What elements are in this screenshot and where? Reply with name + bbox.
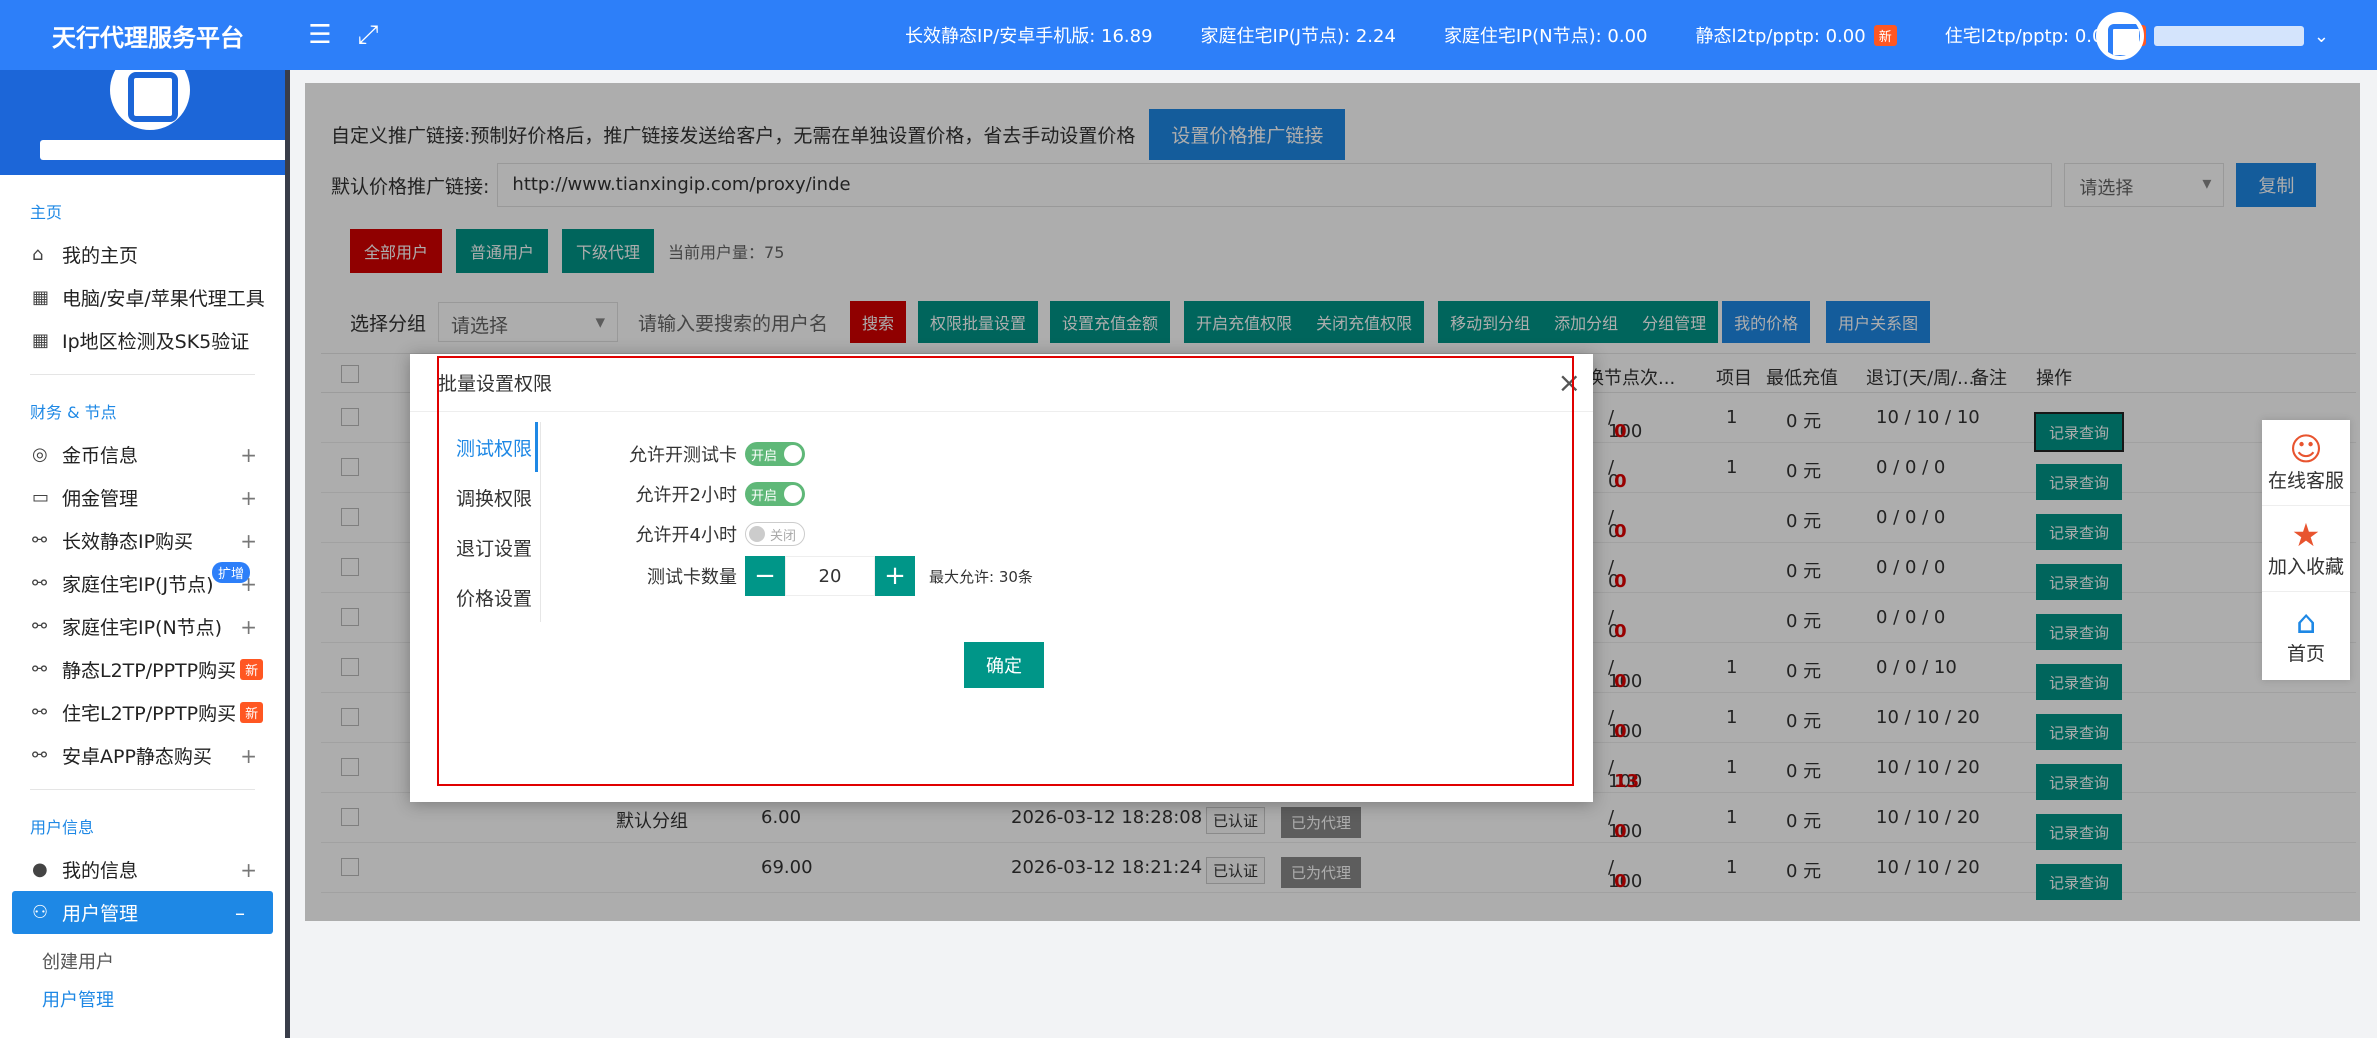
- tab-refund-settings[interactable]: 退订设置: [438, 522, 538, 572]
- sidebar-item-commission[interactable]: ▭ 佣金管理 +: [0, 476, 285, 519]
- network-icon: ⚯: [32, 530, 48, 551]
- network-icon: ⚯: [32, 616, 48, 637]
- coin-icon: ◎: [32, 444, 48, 465]
- user-menu[interactable]: ⌄: [2095, 12, 2329, 60]
- avatar[interactable]: [2095, 12, 2144, 60]
- sidebar-sub-user-management[interactable]: 用户管理: [0, 980, 285, 1018]
- tab-switch-permission[interactable]: 调换权限: [438, 472, 538, 522]
- plus-icon: +: [240, 442, 257, 467]
- tab-price-settings[interactable]: 价格设置: [438, 572, 538, 622]
- menu-icon[interactable]: ☰: [300, 20, 340, 50]
- home-icon: ⌂: [2295, 602, 2317, 641]
- floating-toolbar: ☺ 在线客服 ★ 加入收藏 ⌂ 首页: [2262, 420, 2350, 680]
- modal-header: 批量设置权限 ×: [410, 354, 1593, 412]
- headset-icon: ☺: [2289, 430, 2323, 468]
- sidebar: 主页 ⌂ 我的主页 ▦ 电脑/安卓/苹果代理工具 ▦ Ip地区检测及SK5验证 财务 …: [0, 70, 290, 1038]
- site-name-redacted: [40, 140, 285, 160]
- network-icon: ⚯: [32, 702, 48, 723]
- stat-item: 长效静态IP/安卓手机版: 16.89: [905, 26, 1153, 47]
- confirm-button[interactable]: 确定: [964, 642, 1044, 688]
- sidebar-section-finance: 财务 & 节点: [30, 403, 117, 422]
- stat-item: 家庭住宅IP(J节点): 2.24: [1200, 26, 1396, 47]
- sidebar-item-home-l2tp[interactable]: ⚯ 住宅L2TP/PPTP购买新: [0, 691, 285, 734]
- logo-icon: [110, 70, 190, 130]
- minus-icon: –: [235, 900, 245, 925]
- increment-button[interactable]: +: [875, 556, 915, 596]
- quantity-input[interactable]: 20: [785, 556, 875, 596]
- sidebar-item-tools[interactable]: ▦ 电脑/安卓/苹果代理工具: [0, 276, 285, 319]
- sidebar-sub-create-user[interactable]: 创建用户: [0, 942, 285, 980]
- chevron-down-icon[interactable]: ⌄: [2314, 26, 2329, 47]
- close-icon[interactable]: ×: [1558, 366, 1581, 399]
- sidebar-item-my-info[interactable]: ● 我的信息 +: [0, 848, 285, 891]
- app-title: 天行代理服务平台: [52, 23, 244, 52]
- sidebar-section-home: 主页: [30, 203, 63, 222]
- plus-icon: +: [240, 528, 257, 553]
- plus-icon: +: [240, 571, 257, 596]
- grid-icon: ▦: [32, 330, 50, 351]
- allow-4h-toggle[interactable]: 关闭: [745, 522, 805, 546]
- batch-permission-modal: 批量设置权限 × 测试权限 调换权限 退订设置 价格设置 允许开测试卡 开启 允许…: [410, 354, 1593, 802]
- test-permission-form: 允许开测试卡 开启 允许开2小时 开启 允许开4小时 关闭 测试卡数量 − 20 + …: [540, 434, 1033, 596]
- sidebar-item-static-ip[interactable]: ⚯ 长效静态IP购买 +: [0, 519, 285, 562]
- plus-icon: +: [240, 743, 257, 768]
- plus-icon: +: [240, 614, 257, 639]
- sidebar-item-home-ip-j[interactable]: ⚯ 家庭住宅IP(J节点) 扩增 +: [0, 562, 285, 605]
- network-icon: ⚯: [32, 745, 48, 766]
- allow-2h-toggle[interactable]: 开启: [745, 482, 805, 506]
- add-favorite-button[interactable]: ★ 加入收藏: [2262, 506, 2350, 592]
- stat-item: 静态l2tp/pptp: 0.00 新: [1695, 22, 1897, 48]
- field-label: 允许开2小时: [635, 485, 737, 506]
- sidebar-item-home[interactable]: ⌂ 我的主页: [0, 233, 285, 276]
- modal-tabs: 测试权限 调换权限 退订设置 价格设置: [438, 422, 538, 622]
- sidebar-item-static-l2tp[interactable]: ⚯ 静态L2TP/PPTP购买新: [0, 648, 285, 691]
- fullscreen-icon[interactable]: ⤢: [348, 20, 388, 51]
- grid-icon: ▦: [32, 287, 50, 308]
- new-badge: 新: [240, 659, 264, 680]
- online-service-button[interactable]: ☺ 在线客服: [2262, 420, 2350, 506]
- network-icon: ⚯: [32, 659, 48, 680]
- sidebar-logo: [0, 70, 285, 175]
- sidebar-item-home-ip-n[interactable]: ⚯ 家庭住宅IP(N节点) +: [0, 605, 285, 648]
- allow-test-card-toggle[interactable]: 开启: [745, 442, 805, 466]
- sidebar-item-android-app[interactable]: ⚯ 安卓APP静态购买 +: [0, 734, 285, 777]
- new-badge: 新: [1873, 24, 1897, 46]
- top-bar: 天行代理服务平台 ☰ ⤢ 长效静态IP/安卓手机版: 16.89 家庭住宅IP(…: [0, 0, 2377, 70]
- field-label: 允许开测试卡: [629, 445, 737, 466]
- sidebar-item-coins[interactable]: ◎ 金币信息 +: [0, 433, 285, 476]
- sidebar-item-user-management[interactable]: ⚇ 用户管理 –: [12, 891, 273, 934]
- username-redacted: [2153, 26, 2304, 46]
- star-icon: ★: [2291, 516, 2321, 554]
- home-button[interactable]: ⌂ 首页: [2262, 592, 2350, 678]
- home-icon: ⌂: [32, 244, 44, 265]
- field-label: 允许开4小时: [635, 525, 737, 546]
- plus-icon: +: [240, 485, 257, 510]
- sidebar-section-user: 用户信息: [30, 818, 95, 837]
- network-icon: ⚯: [32, 573, 48, 594]
- decrement-button[interactable]: −: [745, 556, 785, 596]
- tab-test-permission[interactable]: 测试权限: [438, 422, 538, 472]
- quantity-hint: 最大允许: 30条: [929, 567, 1033, 586]
- new-badge: 新: [240, 702, 264, 723]
- modal-title: 批量设置权限: [438, 373, 553, 395]
- plus-icon: +: [240, 857, 257, 882]
- user-icon: ●: [32, 859, 48, 880]
- sidebar-item-ip-check[interactable]: ▦ Ip地区检测及SK5验证: [0, 319, 285, 362]
- stat-item: 家庭住宅IP(N节点): 0.00: [1443, 26, 1648, 47]
- qty-label: 测试卡数量: [647, 567, 737, 588]
- balance-stats: 长效静态IP/安卓手机版: 16.89 家庭住宅IP(J节点): 2.24 家庭…: [905, 0, 2146, 70]
- card-icon: ▭: [32, 487, 50, 508]
- quantity-stepper: − 20 +: [745, 556, 915, 596]
- users-icon: ⚇: [32, 902, 49, 923]
